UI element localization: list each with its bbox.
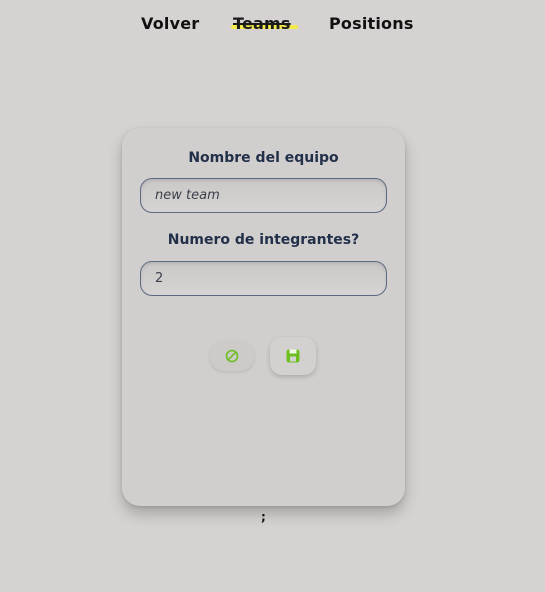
footer-mark: ; <box>261 510 266 524</box>
nav-positions-link[interactable]: Positions <box>329 14 414 33</box>
team-form-card: Nombre del equipo Numero de integrantes? <box>122 128 405 506</box>
save-icon <box>285 348 301 364</box>
nav-back-link[interactable]: Volver <box>141 14 199 33</box>
save-button[interactable] <box>270 337 316 375</box>
nav-teams-link[interactable]: Teams <box>231 14 298 33</box>
top-navigation: Volver Teams Positions <box>0 14 545 40</box>
cancel-button[interactable] <box>210 341 254 371</box>
member-count-input[interactable] <box>140 261 387 296</box>
team-name-label: Nombre del equipo <box>188 150 339 166</box>
team-name-input[interactable] <box>140 178 387 213</box>
nav-teams-label: Teams <box>233 14 291 33</box>
cancel-icon <box>225 349 239 363</box>
member-count-label: Numero de integrantes? <box>167 232 360 248</box>
